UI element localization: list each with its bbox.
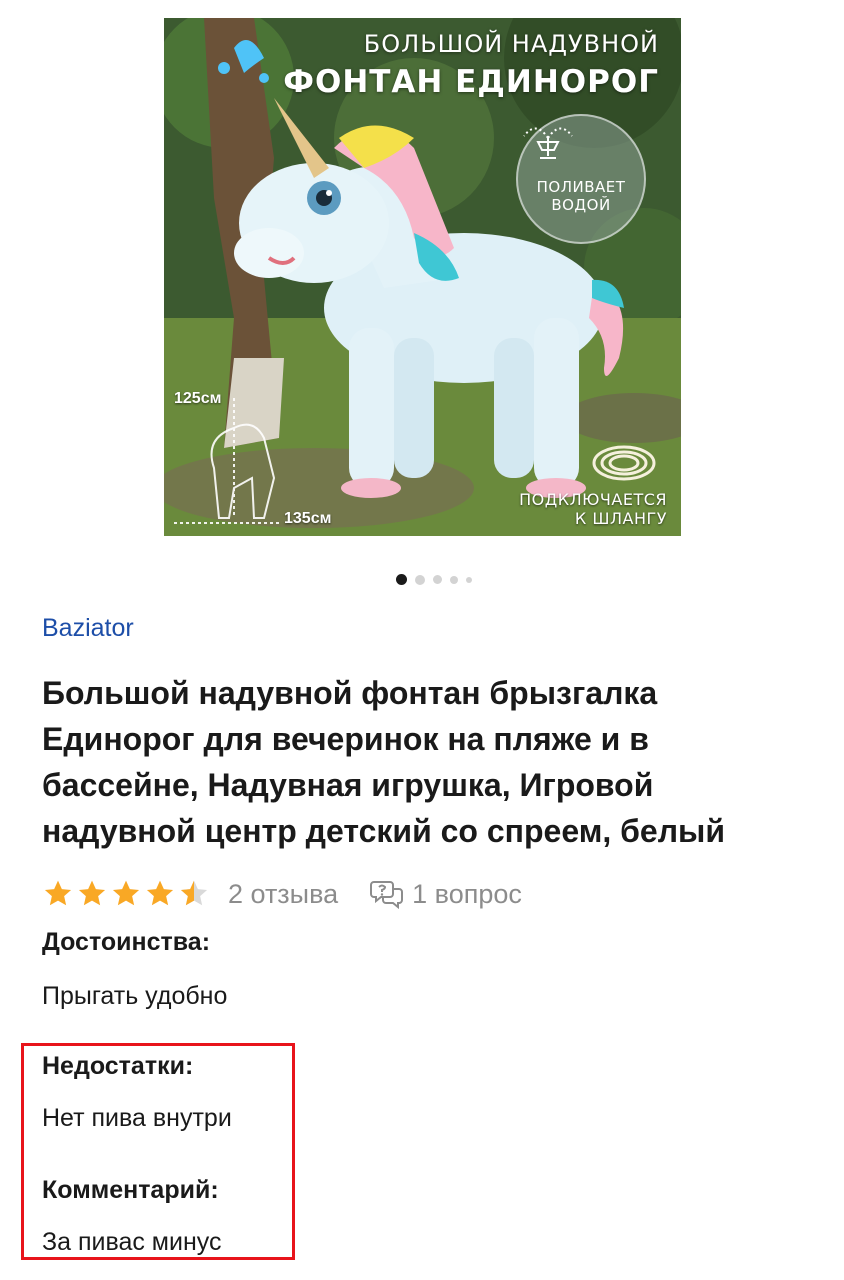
cons-heading: Недостатки:	[42, 1052, 194, 1080]
carousel-dot-4[interactable]	[450, 575, 458, 584]
brand-link[interactable]: Baziator	[42, 614, 134, 643]
image-headline-line1: БОЛЬШОЙ НАДУВНОЙ	[363, 30, 659, 58]
height-dimension-label: 125см	[174, 390, 222, 407]
badge-text: ПОЛИВАЕТ ВОДОЙ	[518, 178, 644, 214]
star-icon-full	[78, 880, 106, 906]
rating-stars[interactable]	[42, 878, 210, 910]
badge-line2: ВОДОЙ	[551, 196, 611, 214]
width-dimension-label: 135см	[284, 510, 332, 527]
question-bubble-icon	[370, 881, 404, 910]
questions-link[interactable]: 1 вопрос	[370, 878, 522, 910]
product-image[interactable]: БОЛЬШОЙ НАДУВНОЙ ФОНТАН ЕДИНОРОГ ПОЛИВАЕ…	[164, 18, 681, 536]
water-spray-badge: ПОЛИВАЕТ ВОДОЙ	[516, 114, 646, 244]
carousel-dot-5[interactable]	[466, 576, 472, 583]
pros-text: Прыгать удобно	[42, 982, 228, 1010]
carousel-dot-1[interactable]	[396, 574, 407, 585]
badge-line1: ПОЛИВАЕТ	[536, 178, 626, 196]
image-headline-line2: ФОНТАН ЕДИНОРОГ	[283, 64, 659, 100]
questions-label: 1 вопрос	[412, 878, 522, 909]
hose-line2: К ШЛАНГУ	[574, 509, 667, 528]
product-page: БОЛЬШОЙ НАДУВНОЙ ФОНТАН ЕДИНОРОГ ПОЛИВАЕ…	[0, 0, 844, 1280]
star-icon-full	[44, 880, 72, 906]
comment-text: За пивас минус	[42, 1228, 222, 1256]
carousel-dot-2[interactable]	[415, 574, 425, 585]
pros-heading: Достоинства:	[42, 928, 211, 956]
hose-line1: ПОДКЛЮЧАЕТСЯ	[519, 490, 667, 509]
star-icon-half	[180, 880, 208, 906]
reviews-link[interactable]: 2 отзыва	[228, 879, 338, 910]
rating-row: 2 отзыва 1 вопрос	[42, 874, 522, 914]
carousel-dots	[396, 574, 472, 585]
star-icon-full	[146, 880, 174, 906]
product-title: Большой надувной фонтан брызгалка Единор…	[42, 675, 726, 849]
fountain-icon	[523, 127, 573, 159]
carousel-dot-3[interactable]	[433, 575, 442, 584]
star-icon-full	[112, 880, 140, 906]
hose-caption: ПОДКЛЮЧАЕТСЯ К ШЛАНГУ	[519, 490, 667, 528]
comment-heading: Комментарий:	[42, 1176, 219, 1204]
cons-text: Нет пива внутри	[42, 1104, 232, 1132]
